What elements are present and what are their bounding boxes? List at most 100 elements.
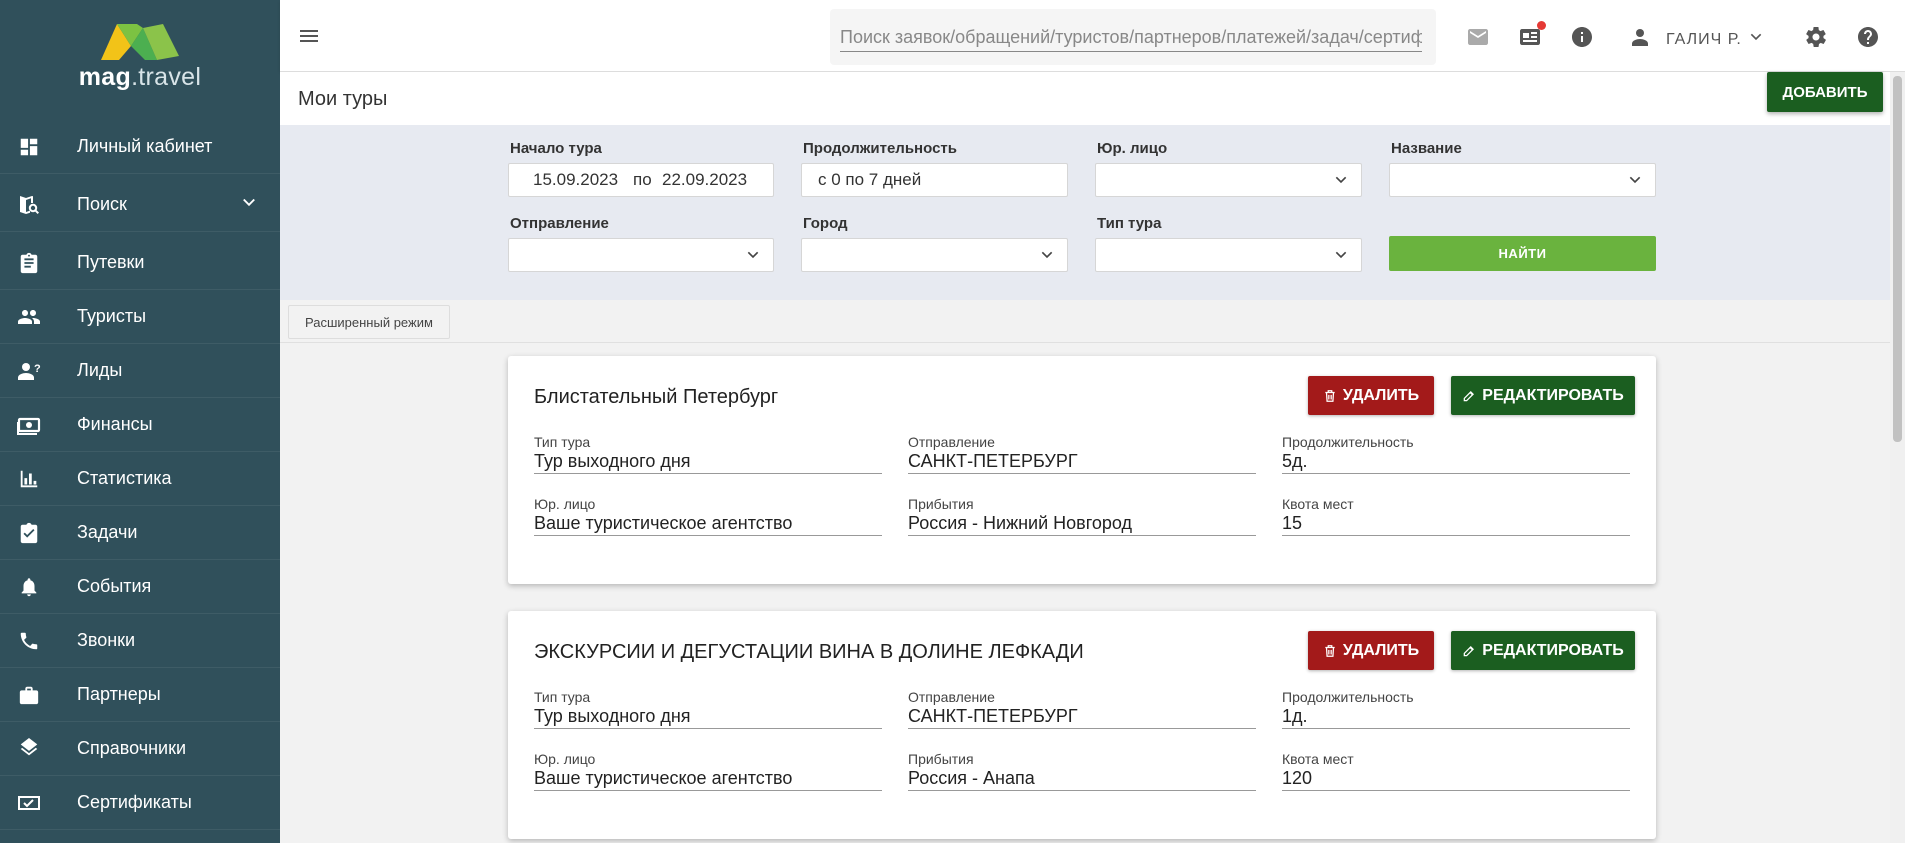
delete-button[interactable]: УДАЛИТЬ [1308, 376, 1434, 415]
duration-field[interactable]: с 0 по 7 дней [801, 163, 1068, 197]
certificate-icon [16, 790, 42, 816]
trash-icon [1325, 644, 1335, 657]
person-question-icon: ? [16, 358, 42, 384]
field-value: Ваше туристическое агентство [534, 768, 793, 788]
legal-entity-field: Юр. лицо Ваше туристическое агентство [534, 751, 882, 791]
chevron-down-icon [1333, 247, 1349, 268]
user-icon [1628, 25, 1652, 54]
departure-select[interactable] [508, 238, 774, 272]
sidebar-item-finance[interactable]: Финансы [0, 398, 280, 452]
extended-mode-bar: Расширенный режим [280, 300, 1890, 343]
start-date-to[interactable]: 22.09.2023 [662, 170, 747, 190]
tour-type-label: Тип тура [1097, 215, 1162, 232]
layers-icon [16, 736, 42, 762]
sidebar-item-tourists[interactable]: Туристы [0, 290, 280, 344]
map-search-icon [16, 192, 42, 218]
edit-button[interactable]: РЕДАКТИРОВАТЬ [1451, 376, 1635, 415]
mail-icon[interactable] [1466, 25, 1490, 49]
sidebar-item-tasks[interactable]: Задачи [0, 506, 280, 560]
edit-button[interactable]: РЕДАКТИРОВАТЬ [1451, 631, 1635, 670]
bell-icon [16, 574, 42, 600]
departure-label: Отправление [510, 215, 609, 232]
sidebar-item-label: Задачи [77, 522, 138, 542]
page-scrollbar[interactable] [1890, 72, 1905, 843]
field-value: 15 [1282, 513, 1303, 533]
chevron-down-icon [1039, 247, 1055, 268]
global-search [830, 9, 1436, 65]
field-label: Квота мест [1282, 751, 1354, 767]
chevron-down-icon [1627, 172, 1643, 193]
extended-mode-button[interactable]: Расширенный режим [288, 305, 450, 339]
departure-field: Отправление САНКТ-ПЕТЕРБУРГ [908, 434, 1256, 474]
scrollbar-thumb[interactable] [1893, 76, 1902, 442]
edit-label: РЕДАКТИРОВАТЬ [1482, 641, 1624, 659]
chevron-down-icon [745, 247, 761, 268]
sidebar-item-certificates[interactable]: Сертификаты [0, 776, 280, 830]
start-date-from[interactable]: 15.09.2023 [533, 170, 618, 190]
trash-icon [1325, 389, 1335, 402]
field-value: 120 [1282, 768, 1313, 788]
field-value: САНКТ-ПЕТЕРБУРГ [908, 706, 1078, 726]
field-value: Россия - Нижний Новгород [908, 513, 1133, 533]
city-label: Город [803, 215, 848, 232]
sidebar-item-label: Сертификаты [77, 792, 192, 812]
sidebar-item-label: Статистика [77, 468, 172, 488]
arrival-field: Прибытия Россия - Анапа [908, 751, 1256, 791]
money-icon [16, 412, 42, 438]
news-icon[interactable] [1518, 21, 1546, 49]
info-icon[interactable] [1570, 25, 1594, 49]
date-range-separator: по [633, 170, 652, 189]
field-value: 1д. [1282, 706, 1308, 726]
departure-field: Отправление САНКТ-ПЕТЕРБУРГ [908, 689, 1256, 729]
sidebar-item-label: Путевки [77, 252, 145, 272]
help-icon[interactable] [1856, 25, 1880, 49]
sidebar-item-search[interactable]: Поиск [0, 178, 280, 232]
sidebar-item-statistics[interactable]: Статистика [0, 452, 280, 506]
arrival-field: Прибытия Россия - Нижний Новгород [908, 496, 1256, 536]
global-search-input[interactable] [840, 24, 1422, 52]
field-value: САНКТ-ПЕТЕРБУРГ [908, 451, 1078, 471]
sidebar-item-dashboard[interactable]: Личный кабинет [0, 120, 280, 174]
chevron-down-icon[interactable] [240, 193, 258, 216]
delete-label: УДАЛИТЬ [1342, 386, 1420, 404]
sidebar-item-label: События [77, 576, 152, 596]
sidebar-item-vouchers[interactable]: Путевки [0, 236, 280, 290]
city-select[interactable] [801, 238, 1068, 272]
tour-type-select[interactable] [1095, 238, 1362, 272]
name-select[interactable] [1389, 163, 1656, 197]
sidebar-item-label: Справочники [77, 738, 187, 758]
phone-icon [16, 628, 42, 654]
user-name: ГАЛИЧ Р. [1666, 30, 1742, 48]
user-menu[interactable]: ГАЛИЧ Р. [1628, 25, 1764, 54]
tour-type-field: Тип тура Тур выходного дня [534, 689, 882, 729]
find-button[interactable]: НАЙТИ [1389, 236, 1656, 271]
sidebar-item-events[interactable]: События [0, 560, 280, 614]
sidebar-item-leads[interactable]: ? Лиды [0, 344, 280, 398]
sidebar-item-partners[interactable]: Партнеры [0, 668, 280, 722]
notification-dot [1537, 21, 1546, 30]
logo-text: mag.travel [78, 63, 202, 91]
add-tour-button[interactable]: ДОБАВИТЬ [1767, 72, 1883, 112]
field-label: Продолжительность [1282, 434, 1414, 450]
delete-button[interactable]: УДАЛИТЬ [1308, 631, 1434, 670]
field-label: Юр. лицо [534, 496, 596, 512]
pencil-icon [1463, 390, 1475, 401]
sidebar-item-label: Лиды [77, 360, 123, 380]
field-label: Тип тура [534, 434, 591, 450]
hamburger-menu-icon[interactable] [297, 24, 321, 48]
field-value: Россия - Анапа [908, 768, 1035, 788]
logo[interactable]: mag.travel [0, 0, 280, 104]
legal-entity-select[interactable] [1095, 163, 1362, 197]
legal-entity-label: Юр. лицо [1097, 140, 1168, 157]
field-value: Тур выходного дня [534, 451, 691, 471]
field-label: Прибытия [908, 496, 974, 512]
duration-value: с 0 по 7 дней [818, 170, 922, 189]
sidebar-item-calls[interactable]: Звонки [0, 614, 280, 668]
sidebar-item-label: Партнеры [77, 684, 161, 704]
sidebar-item-directories[interactable]: Справочники [0, 722, 280, 776]
sidebar: mag.travel Личный кабинет Поиск Путевки … [0, 0, 280, 843]
page-title: Мои туры [298, 88, 388, 110]
logo-mark-icon [101, 24, 179, 60]
field-value: Ваше туристическое агентство [534, 513, 793, 533]
gear-icon[interactable] [1804, 25, 1828, 49]
